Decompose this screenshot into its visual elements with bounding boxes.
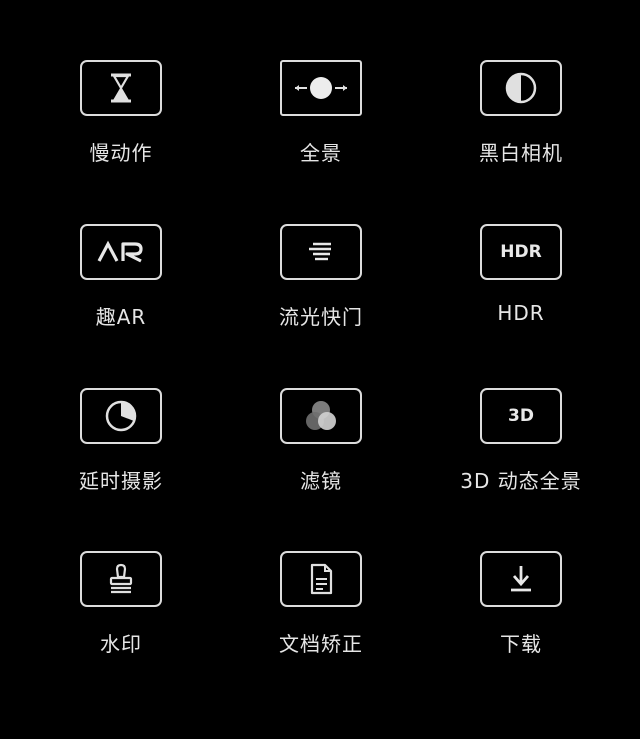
panorama-icon — [280, 60, 362, 116]
mode-monochrome[interactable]: 黑白相机 — [421, 60, 621, 190]
mode-label: 全景 — [300, 141, 342, 165]
mode-filter[interactable]: 滤镜 — [221, 388, 421, 518]
mode-hdr[interactable]: HDR HDR — [421, 224, 621, 354]
mode-label: 文档矫正 — [279, 632, 363, 656]
mode-label: 水印 — [100, 632, 142, 656]
mode-3d-panorama[interactable]: 3D 3D 动态全景 — [421, 388, 621, 518]
half-circle-icon — [480, 60, 562, 116]
mode-watermark[interactable]: 水印 — [21, 551, 221, 681]
mode-label: 趣AR — [95, 305, 147, 329]
mode-document-correction[interactable]: 文档矫正 — [221, 551, 421, 681]
mode-slow-motion[interactable]: 慢动作 — [21, 60, 221, 190]
3d-icon-text: 3D — [508, 406, 534, 426]
hdr-icon-text: HDR — [500, 242, 542, 262]
mode-label: 黑白相机 — [479, 141, 563, 165]
mode-label: 流光快门 — [279, 305, 363, 329]
download-icon — [480, 551, 562, 607]
light-trail-icon — [280, 224, 362, 280]
mode-download[interactable]: 下载 — [421, 551, 621, 681]
mode-label: HDR — [497, 301, 545, 325]
filter-circles-icon — [280, 388, 362, 444]
mode-time-lapse[interactable]: 延时摄影 — [21, 388, 221, 518]
hdr-icon: HDR — [480, 224, 562, 280]
mode-label: 滤镜 — [300, 469, 342, 493]
mode-label: 下载 — [500, 632, 542, 656]
document-icon — [280, 551, 362, 607]
ar-icon — [80, 224, 162, 280]
camera-mode-grid: 慢动作 全景 黑白相机 趣AR 流光快门 HDR HDR 延时摄影 滤镜 3D … — [0, 0, 640, 739]
mode-label: 延时摄影 — [79, 469, 163, 493]
3d-icon: 3D — [480, 388, 562, 444]
mode-panorama[interactable]: 全景 — [221, 60, 421, 190]
mode-label: 慢动作 — [89, 141, 153, 165]
hourglass-icon — [80, 60, 162, 116]
stamp-icon — [80, 551, 162, 607]
mode-light-painting[interactable]: 流光快门 — [221, 224, 421, 354]
mode-ar[interactable]: 趣AR — [21, 224, 221, 354]
mode-label: 3D 动态全景 — [460, 469, 582, 493]
time-lapse-icon — [80, 388, 162, 444]
